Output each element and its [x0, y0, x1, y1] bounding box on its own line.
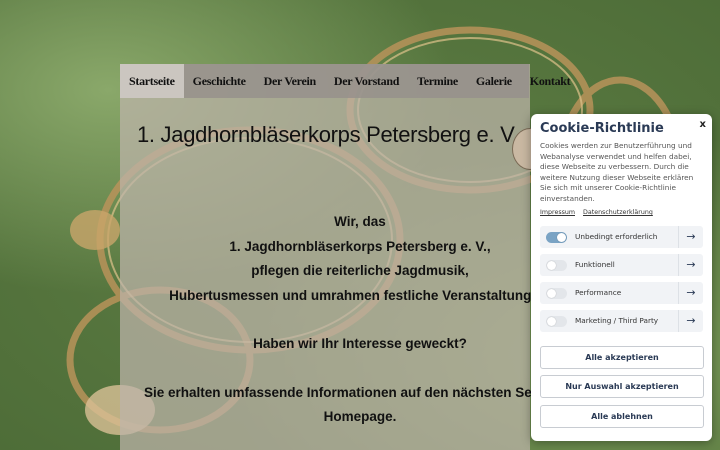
- arrow-right-icon[interactable]: →: [678, 282, 703, 304]
- nav-item-startseite[interactable]: Startseite: [120, 64, 184, 98]
- interest-question: Haben wir Ihr Interesse geweckt?: [253, 336, 467, 351]
- category-performance: Performance →: [540, 282, 703, 304]
- category-label: Funktionell: [575, 260, 615, 269]
- nav-item-geschichte[interactable]: Geschichte: [184, 64, 255, 98]
- nav-item-der-verein[interactable]: Der Verein: [255, 64, 325, 98]
- intro-text: Wir, das 1. Jagdhornbläserkorps Petersbe…: [120, 210, 600, 430]
- category-label: Marketing / Third Party: [575, 316, 659, 325]
- intro-line: pflegen die reiterliche Jagdmusik,: [251, 263, 469, 278]
- cookie-title: Cookie-Richtlinie: [540, 121, 664, 136]
- datenschutz-link[interactable]: Datenschutzerklärung: [583, 209, 653, 216]
- impressum-link[interactable]: Impressum: [540, 209, 575, 216]
- page-title: 1. Jagdhornbläserkorps Petersberg e. V.: [137, 122, 519, 147]
- cookie-dialog: x Cookie-Richtlinie Cookies werden zur B…: [531, 114, 712, 441]
- intro-line: 1. Jagdhornbläserkorps Petersberg e. V.,: [229, 238, 491, 254]
- nav-item-galerie[interactable]: Galerie: [467, 64, 521, 98]
- toggle-performance[interactable]: [546, 288, 567, 299]
- accept-all-button[interactable]: Alle akzeptieren: [540, 346, 704, 369]
- toggle-functional[interactable]: [546, 260, 567, 271]
- toggle-marketing[interactable]: [546, 316, 567, 327]
- category-necessary: Unbedingt erforderlich →: [540, 226, 703, 248]
- info-line: Homepage.: [323, 409, 397, 424]
- cookie-description: Cookies werden zur Benutzerführung und W…: [540, 141, 694, 203]
- arrow-right-icon[interactable]: →: [678, 226, 703, 248]
- accept-selection-button[interactable]: Nur Auswahl akzeptieren: [540, 375, 704, 398]
- intro-line: Wir, das: [334, 214, 386, 229]
- toggle-necessary[interactable]: [546, 232, 567, 243]
- cookie-links: Impressum Datenschutzerklärung: [540, 209, 659, 216]
- category-marketing: Marketing / Third Party →: [540, 310, 703, 332]
- nav-item-termine[interactable]: Termine: [408, 64, 467, 98]
- intro-line: Hubertusmessen und umrahmen festliche Ve…: [169, 287, 551, 303]
- category-functional: Funktionell →: [540, 254, 703, 276]
- close-icon[interactable]: x: [700, 119, 706, 130]
- nav-item-der-vorstand[interactable]: Der Vorstand: [325, 64, 408, 98]
- main-navigation: Startseite Geschichte Der Verein Der Vor…: [120, 64, 571, 98]
- nav-item-kontakt[interactable]: Kontakt: [521, 64, 580, 98]
- category-label: Unbedingt erforderlich: [575, 232, 658, 241]
- category-label: Performance: [575, 288, 622, 297]
- reject-all-button[interactable]: Alle ablehnen: [540, 405, 704, 428]
- arrow-right-icon[interactable]: →: [678, 254, 703, 276]
- arrow-right-icon[interactable]: →: [678, 310, 703, 332]
- info-line: Sie erhalten umfassende Informationen au…: [143, 384, 577, 400]
